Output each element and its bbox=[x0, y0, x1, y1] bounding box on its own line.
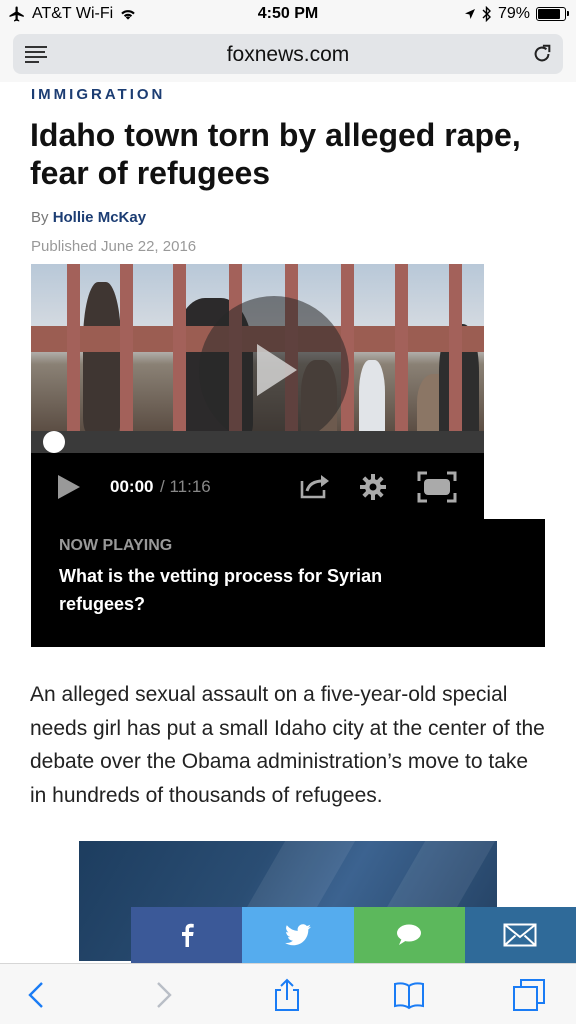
article-body: An alleged sexual assault on a five-year… bbox=[30, 683, 545, 807]
battery-icon bbox=[536, 7, 569, 21]
status-bar: AT&T Wi-Fi 4:50 PM 79% bbox=[0, 0, 576, 30]
url-bar-container: foxnews.com bbox=[0, 30, 576, 82]
now-playing-panel[interactable]: NOW PLAYING What is the vetting process … bbox=[31, 519, 545, 647]
fence-bar bbox=[449, 264, 462, 431]
big-play-button[interactable] bbox=[199, 296, 349, 431]
byline-prefix: By bbox=[31, 209, 49, 226]
url-domain[interactable]: foxnews.com bbox=[13, 43, 563, 67]
thumbnail-person bbox=[83, 282, 121, 431]
video-progress-track[interactable] bbox=[31, 431, 484, 453]
video-total-time: / 11:16 bbox=[160, 477, 211, 496]
url-bar[interactable]: foxnews.com bbox=[13, 34, 563, 74]
tabs-icon[interactable] bbox=[512, 978, 546, 1012]
now-playing-label: NOW PLAYING bbox=[59, 537, 173, 554]
video-current-time: 00:00 bbox=[110, 477, 154, 496]
author-link[interactable]: Hollie McKay bbox=[53, 209, 146, 226]
article-headline: Idaho town torn by alleged rape, fear of… bbox=[30, 117, 521, 191]
share-bar bbox=[131, 907, 576, 963]
comment-share-button[interactable] bbox=[353, 907, 465, 963]
published-date: Published June 22, 2016 bbox=[31, 238, 197, 255]
facebook-icon bbox=[181, 923, 194, 947]
now-playing-title[interactable]: What is the vetting process for Syrian r… bbox=[59, 562, 439, 618]
status-right: 79% bbox=[464, 5, 569, 23]
play-icon[interactable] bbox=[58, 475, 80, 499]
fence-bar bbox=[395, 264, 408, 431]
play-icon bbox=[257, 344, 297, 396]
video-scrubber[interactable] bbox=[43, 431, 65, 453]
fence-bar bbox=[120, 264, 133, 431]
browser-toolbar bbox=[0, 963, 576, 1024]
email-share-button[interactable] bbox=[464, 907, 576, 963]
facebook-share-button[interactable] bbox=[131, 907, 243, 963]
video-thumbnail[interactable] bbox=[31, 264, 484, 431]
email-icon bbox=[503, 923, 537, 947]
location-icon bbox=[464, 9, 475, 19]
share-video-icon[interactable] bbox=[299, 473, 331, 499]
back-icon[interactable] bbox=[20, 978, 54, 1012]
battery-percent: 79% bbox=[497, 5, 530, 22]
fence-bar bbox=[67, 264, 80, 431]
bookmarks-icon[interactable] bbox=[392, 978, 426, 1012]
fence-bar bbox=[173, 264, 186, 431]
thumbnail-person bbox=[359, 360, 385, 431]
share-icon[interactable] bbox=[270, 978, 304, 1012]
comment-icon bbox=[397, 924, 422, 945]
article-category[interactable]: IMMIGRATION bbox=[31, 86, 165, 103]
reload-icon[interactable] bbox=[531, 43, 553, 65]
twitter-icon bbox=[284, 924, 311, 946]
bluetooth-icon bbox=[482, 6, 491, 22]
settings-gear-icon[interactable] bbox=[359, 473, 387, 501]
byline: By Hollie McKay bbox=[31, 209, 146, 226]
forward-icon[interactable] bbox=[146, 978, 180, 1012]
video-controls: 00:00 / 11:16 bbox=[31, 453, 484, 519]
twitter-share-button[interactable] bbox=[242, 907, 354, 963]
fullscreen-icon[interactable] bbox=[417, 471, 457, 503]
